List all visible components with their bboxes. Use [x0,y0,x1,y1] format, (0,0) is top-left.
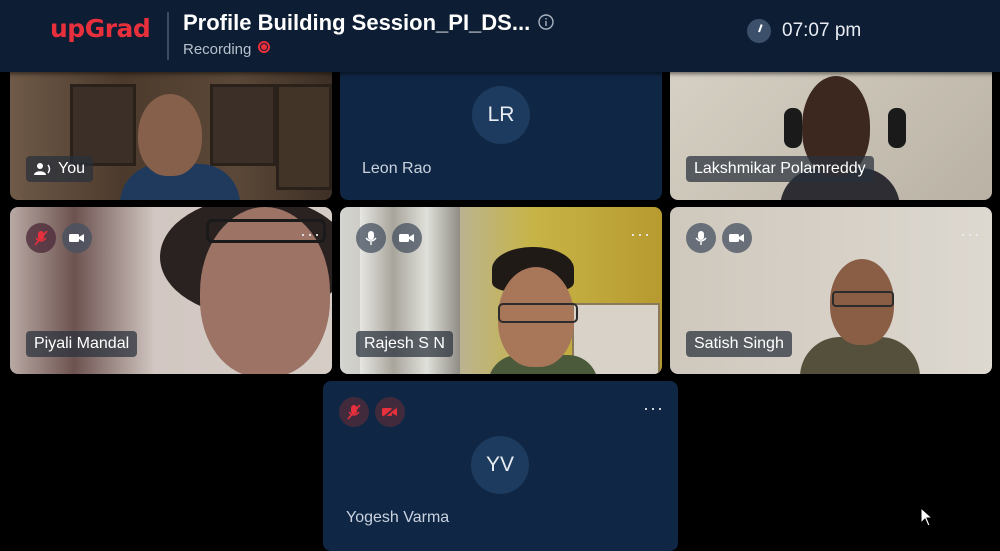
participant-name-badge: Satish Singh [686,331,792,357]
recording-label: Recording [183,41,252,58]
bookshelf-background [210,84,276,166]
current-time: 07:07 pm [782,20,862,41]
session-title: Profile Building Session_PI_DS... [183,10,531,35]
camera-icon [392,223,422,253]
camera-icon [62,223,92,253]
bookshelf-background [70,84,136,166]
more-options-icon[interactable]: ··· [960,225,981,243]
glasses [498,303,578,323]
participant-tile-rajesh-s-n[interactable]: ··· Rajesh S N [340,207,662,374]
more-options-icon[interactable]: ··· [643,399,664,417]
participant-name-badge: Lakshmikar Polamreddy [686,156,874,182]
info-icon[interactable] [538,14,554,30]
header-divider [167,12,169,60]
participant-name: Leon Rao [362,160,432,177]
participant-tile-yogesh-varma[interactable]: ··· YV Yogesh Varma [323,381,678,551]
mouse-cursor-icon [920,507,934,527]
camera-icon [722,223,752,253]
top-bar: upGrad Profile Building Session_PI_DS...… [0,0,1000,72]
more-options-icon[interactable]: ··· [630,225,651,243]
participant-name-badge: Piyali Mandal [26,331,138,357]
camera-off-icon [375,397,405,427]
avatar: LR [472,86,530,144]
participant-name: Yogesh Varma [346,509,450,526]
glasses [832,291,894,307]
participant-name: You [58,160,85,177]
recording-indicator-icon [258,41,270,53]
participant-tile-piyali-mandal[interactable]: ··· Piyali Mandal [10,207,332,374]
mic-muted-icon [339,397,369,427]
speaker-icon [34,163,51,175]
clock-icon [747,19,771,43]
bookshelf-background [276,84,332,190]
mic-muted-icon [26,223,56,253]
avatar: YV [471,436,529,494]
person-face [138,94,202,176]
participant-tile-satish-singh[interactable]: ··· Satish Singh [670,207,992,374]
more-options-icon[interactable]: ··· [300,225,321,243]
headphones-icon [888,108,906,148]
participant-name-badge: Rajesh S N [356,331,453,357]
upgrad-logo: upGrad [50,14,151,43]
headphones-icon [784,108,802,148]
mic-icon [686,223,716,253]
mic-icon [356,223,386,253]
participant-name-badge: You [26,156,93,182]
